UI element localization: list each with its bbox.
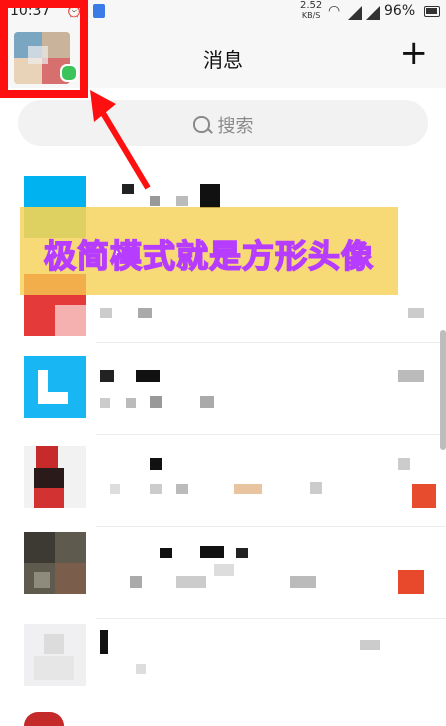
scrollbar[interactable] <box>440 330 446 450</box>
search-icon <box>192 116 213 134</box>
pixelated-name <box>200 184 220 208</box>
annotation-banner-text: 极简模式就是方形头像 <box>43 236 374 276</box>
pixelated-preview <box>310 482 322 494</box>
pixelated-time <box>398 458 410 470</box>
battery-percent: 96% <box>384 3 416 19</box>
pixelated-name <box>100 370 114 382</box>
search-input[interactable]: 搜索 <box>18 100 428 146</box>
pixelated-preview <box>110 484 120 494</box>
pixelated-preview <box>130 576 142 588</box>
pixelated-name <box>100 630 108 654</box>
pixelated-preview <box>150 396 162 408</box>
conversation-avatar <box>24 446 86 508</box>
divider <box>96 618 446 619</box>
pixelated-preview <box>214 564 234 576</box>
pixelated-preview <box>136 664 146 674</box>
add-button[interactable]: + <box>400 36 429 70</box>
unread-badge <box>412 484 436 508</box>
pixelated-name <box>176 196 188 206</box>
conversation-avatar <box>24 532 86 594</box>
pixelated-preview <box>200 396 214 408</box>
pixelated-time <box>398 370 424 382</box>
conversation-avatar <box>24 624 86 686</box>
pixelated-preview <box>100 308 112 318</box>
annotation-arrow-icon <box>90 90 151 190</box>
search-placeholder: 搜索 <box>18 112 428 138</box>
divider <box>96 434 446 435</box>
divider <box>96 526 446 527</box>
pixelated-preview <box>176 484 188 494</box>
conversation-row[interactable] <box>0 440 446 526</box>
divider <box>96 342 446 343</box>
pixelated-preview <box>176 576 206 588</box>
unread-badge <box>398 570 424 594</box>
pixelated-name <box>150 196 160 206</box>
pixelated-name <box>236 548 248 558</box>
wifi-icon: ◠ <box>328 3 341 19</box>
annotation-highlight-box <box>0 0 88 98</box>
battery-icon <box>424 6 440 17</box>
signal-icon <box>348 5 362 20</box>
pixelated-name <box>200 546 224 558</box>
conversation-row[interactable] <box>0 532 446 618</box>
conversation-row[interactable] <box>0 348 446 434</box>
pixelated-time <box>408 308 424 318</box>
pixelated-name <box>160 548 172 558</box>
pixelated-preview <box>234 484 262 494</box>
annotation-banner: 极简模式就是方形头像 <box>20 207 398 295</box>
pixelated-name <box>150 458 162 470</box>
pixelated-preview <box>100 398 110 408</box>
pixelated-time <box>360 640 380 650</box>
pixelated-name <box>136 370 160 382</box>
shield-icon <box>93 4 105 18</box>
conversation-avatar <box>24 356 86 418</box>
network-speed-value: 2.52 <box>300 0 323 11</box>
pixelated-preview <box>150 484 162 494</box>
pixelated-preview <box>138 308 152 318</box>
search-placeholder-text: 搜索 <box>217 116 254 137</box>
pixelated-preview <box>126 398 136 408</box>
signal-icon-2 <box>366 5 380 20</box>
conversation-avatar[interactable] <box>24 712 64 726</box>
network-speed-unit: KB/S <box>301 11 321 20</box>
pixelated-preview <box>290 576 316 588</box>
conversation-row[interactable] <box>0 620 446 706</box>
network-speed: 2.52 KB/S <box>300 1 322 21</box>
